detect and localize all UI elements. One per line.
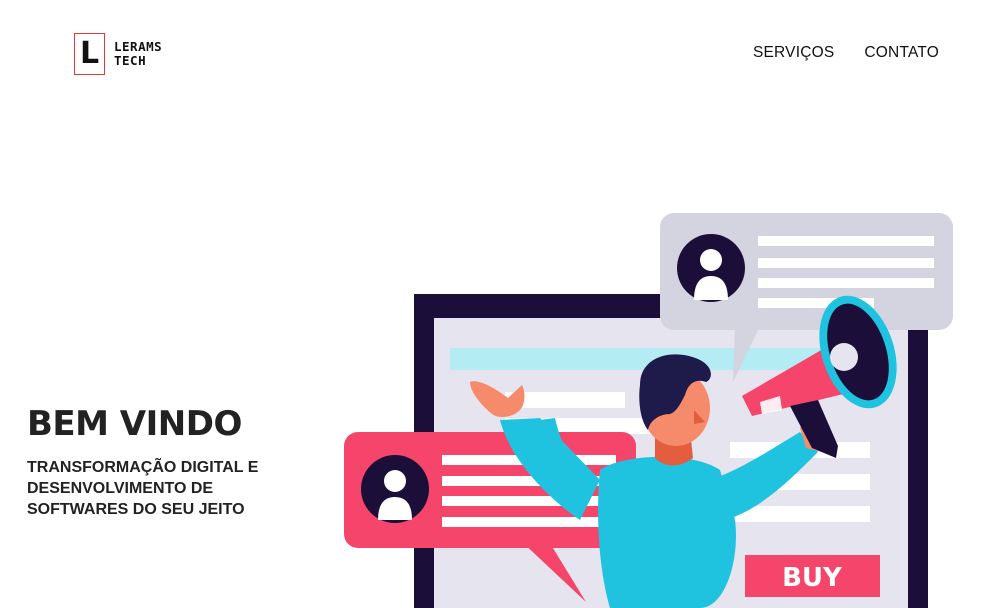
buy-button[interactable]: BUY <box>745 555 880 597</box>
marketing-illustration: BUY <box>344 213 953 608</box>
buy-label: BUY <box>782 563 843 593</box>
